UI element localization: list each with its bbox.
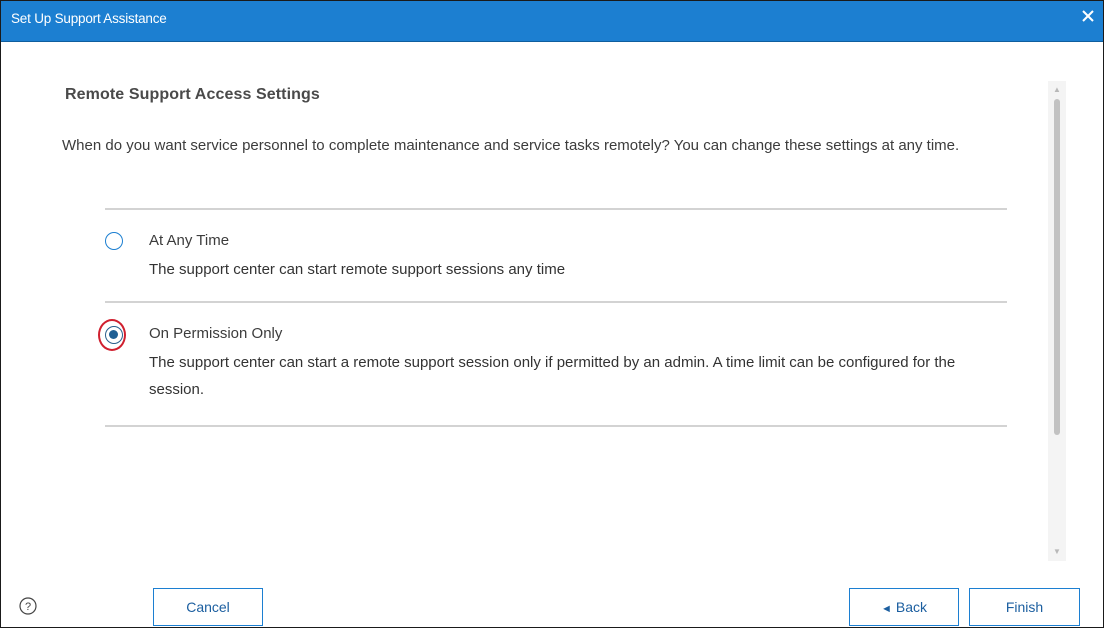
option-description: The support center can start a remote su… — [149, 354, 956, 398]
help-icon[interactable]: ? — [19, 597, 37, 615]
option-label: At Any Time — [149, 232, 230, 249]
dialog-titlebar: Set Up Support Assistance — [1, 1, 1103, 42]
section-intro: When do you want service personnel to co… — [62, 137, 960, 154]
radio-at-any-time[interactable] — [105, 232, 123, 250]
dialog-content: Remote Support Access Settings When do y… — [1, 42, 1041, 572]
option-description: The support center can start remote supp… — [149, 261, 566, 278]
divider — [105, 208, 1007, 210]
section-title: Remote Support Access Settings — [65, 86, 320, 103]
divider — [105, 425, 1007, 427]
option-label: On Permission Only — [149, 325, 283, 342]
finish-button-label: Finish — [1005, 599, 1044, 615]
close-icon[interactable] — [1077, 5, 1099, 27]
finish-button[interactable]: Finish — [969, 588, 1080, 626]
svg-text:?: ? — [25, 601, 31, 613]
back-button-label: Back — [895, 599, 927, 615]
radio-on-permission-only[interactable] — [105, 326, 123, 344]
cancel-button-label: Cancel — [186, 599, 230, 615]
dialog-title: Set Up Support Assistance — [11, 11, 167, 26]
divider — [105, 301, 1007, 303]
support-assistance-dialog: Set Up Support Assistance Remote Support… — [0, 0, 1104, 628]
back-arrow-icon: ◄ — [880, 603, 892, 615]
cancel-button[interactable]: Cancel — [153, 588, 263, 626]
dialog-footer: ? Cancel ◄ Back Finish — [1, 573, 1103, 627]
scroll-up-icon[interactable]: ▲ — [1048, 83, 1066, 97]
vertical-scrollbar[interactable]: ▲ ▼ — [1048, 81, 1066, 561]
back-button[interactable]: ◄ Back — [849, 588, 959, 626]
scroll-thumb[interactable] — [1054, 99, 1060, 435]
scroll-down-icon[interactable]: ▼ — [1048, 545, 1066, 559]
